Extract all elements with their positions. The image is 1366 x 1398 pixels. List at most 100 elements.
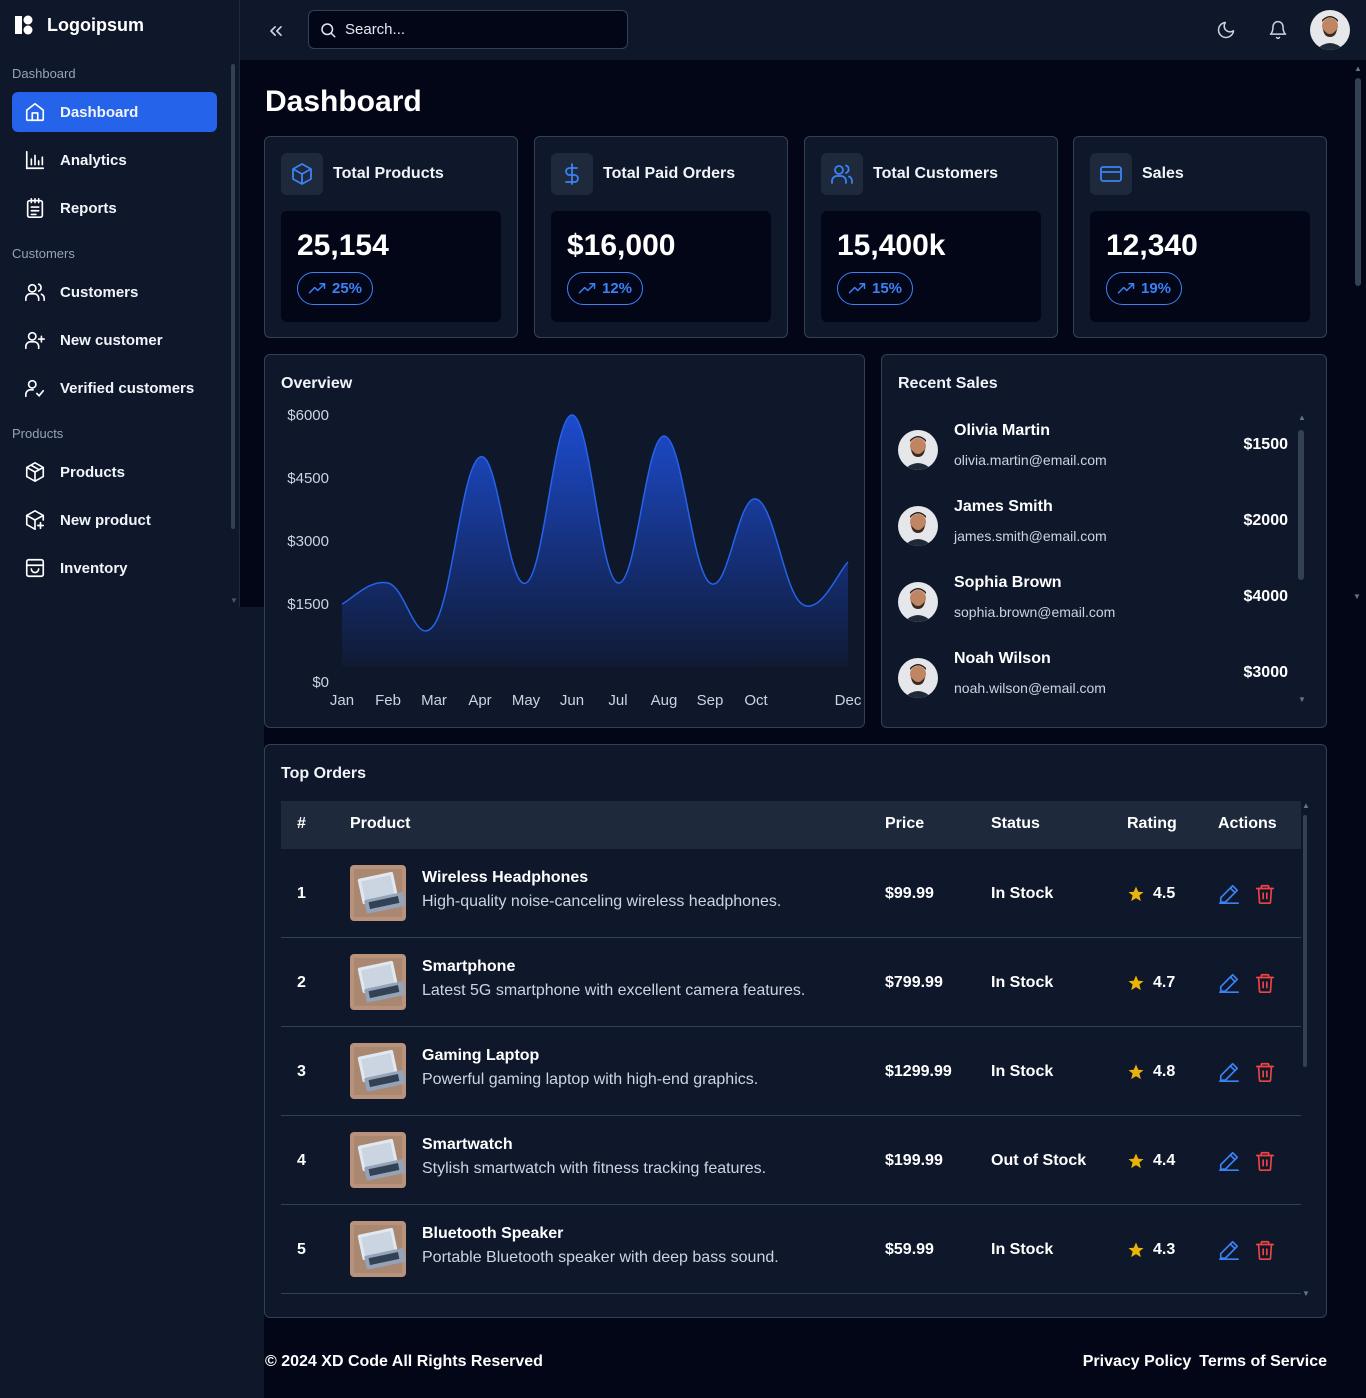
theme-toggle-button[interactable] (1214, 18, 1238, 42)
column-header-rating: Rating (1127, 815, 1177, 832)
stat-label: Total Paid Orders (603, 165, 736, 182)
star-icon (1128, 1064, 1144, 1080)
stock-status: In Stock (991, 1063, 1054, 1080)
users-icon (821, 153, 863, 195)
table-row: 4 Smartwatch Stylish smartwatch with fitne… (281, 1116, 1301, 1205)
sidebar-item-reports[interactable]: Reports (12, 188, 217, 228)
product-description: Portable Bluetooth speaker with deep bas… (422, 1249, 779, 1266)
x-tick-label: Jun (560, 692, 584, 709)
overview-card: Overview $0 $1500 $3000 $4500 $6000 Jan Feb Mar… (264, 354, 865, 728)
nav-group-customers: Customers (12, 246, 75, 261)
collapse-sidebar-button[interactable] (262, 17, 290, 45)
user-check-icon (25, 379, 45, 398)
stat-value: 12,340 (1106, 229, 1198, 262)
table-scroll-up-icon[interactable]: ▲ (1302, 801, 1310, 810)
trending-up-icon (848, 282, 866, 293)
row-number: 4 (297, 1152, 306, 1169)
customer-name: James Smith (954, 498, 1053, 515)
trending-up-icon (578, 282, 596, 293)
row-number: 3 (297, 1063, 306, 1080)
edit-button[interactable] (1218, 972, 1240, 994)
notifications-button[interactable] (1266, 18, 1290, 42)
customer-email: sophia.brown@email.com (954, 604, 1116, 620)
product-description: Stylish smartwatch with fitness tracking… (422, 1160, 767, 1177)
sidebar-scrollbar[interactable] (231, 64, 235, 529)
search-box (308, 10, 628, 49)
users-icon (25, 283, 45, 302)
sidebar-item-dashboard[interactable]: Dashboard (12, 92, 217, 132)
delete-button[interactable] (1254, 1150, 1276, 1172)
sidebar-item-products[interactable]: Products (12, 452, 217, 492)
edit-button[interactable] (1218, 1239, 1240, 1261)
x-tick-label: Dec (835, 692, 862, 709)
y-tick-label: $1500 (287, 596, 329, 613)
sidebar-item-inventory[interactable]: Inventory (12, 548, 217, 588)
recent-sales-scroll-down-icon[interactable]: ▼ (1298, 695, 1306, 704)
logo[interactable]: Logoipsum (13, 14, 144, 36)
sidebar-item-customers[interactable]: Customers (12, 272, 217, 312)
search-icon (321, 22, 336, 37)
table-scroll-down-icon[interactable]: ▼ (1302, 1289, 1310, 1298)
sidebar-item-new-customer[interactable]: New customer (12, 320, 217, 360)
stat-value: 25,154 (297, 229, 389, 262)
recent-sales-scrollbar[interactable] (1298, 430, 1304, 580)
trash-icon (1255, 884, 1275, 904)
edit-button[interactable] (1218, 1150, 1240, 1172)
stock-status: In Stock (991, 885, 1054, 902)
product-rating: 4.3 (1127, 1241, 1175, 1259)
row-number: 1 (297, 885, 306, 902)
inventory-icon (25, 558, 45, 578)
delete-button[interactable] (1254, 883, 1276, 905)
main-scroll-down-icon[interactable]: ▼ (1353, 592, 1361, 601)
customer-email: olivia.martin@email.com (954, 452, 1107, 468)
sidebar: Logoipsum Dashboard Dashboard Analytics … (0, 0, 240, 607)
edit-button[interactable] (1218, 1061, 1240, 1083)
row-number: 2 (297, 974, 306, 991)
avatar (898, 582, 938, 622)
main-scrollbar[interactable] (1355, 78, 1361, 286)
stat-card-total-paid-orders: Total Paid Orders $16,000 12% (534, 136, 788, 338)
rating-value: 4.4 (1153, 1152, 1176, 1169)
search-input[interactable] (345, 21, 615, 38)
star-icon (1128, 975, 1144, 991)
x-tick-label: Apr (468, 692, 491, 709)
sidebar-item-label: Analytics (60, 151, 127, 169)
table-row: 1 Wireless Headphones High-quality noise-c… (281, 849, 1301, 938)
avatar (898, 506, 938, 546)
sidebar-scroll-down-icon[interactable]: ▼ (230, 596, 238, 605)
privacy-policy-link[interactable]: Privacy Policy (1083, 1353, 1192, 1371)
rating-value: 4.3 (1153, 1241, 1176, 1258)
edit-button[interactable] (1218, 883, 1240, 905)
stat-change: 15% (872, 280, 903, 297)
sidebar-item-label: Customers (60, 283, 139, 301)
stat-label: Total Customers (873, 165, 999, 182)
delete-button[interactable] (1254, 1061, 1276, 1083)
stock-status: In Stock (991, 974, 1054, 991)
report-icon (26, 198, 44, 218)
product-image (350, 865, 406, 921)
stat-label: Sales (1142, 165, 1184, 182)
delete-button[interactable] (1254, 1239, 1276, 1261)
sidebar-item-label: New product (60, 511, 151, 529)
user-avatar[interactable] (1310, 10, 1350, 50)
rating-value: 4.8 (1153, 1063, 1176, 1080)
top-orders-card: Top Orders # Product Price Status Rating… (264, 744, 1327, 1318)
delete-button[interactable] (1254, 972, 1276, 994)
trash-icon (1255, 973, 1275, 993)
sidebar-item-analytics[interactable]: Analytics (12, 140, 217, 180)
sidebar-item-new-product[interactable]: New product (12, 500, 217, 540)
sidebar-item-label: Verified customers (60, 379, 195, 397)
recent-sales-scroll-up-icon[interactable]: ▲ (1298, 413, 1306, 422)
customer-name: Olivia Martin (954, 422, 1051, 439)
table-row: 3 Gaming Laptop Powerful gaming laptop wit… (281, 1027, 1301, 1116)
stat-change-badge: 15% (837, 272, 914, 305)
main-scroll-up-icon[interactable]: ▲ (1354, 64, 1362, 73)
rating-value: 4.5 (1153, 885, 1176, 902)
terms-of-service-link[interactable]: Terms of Service (1199, 1353, 1327, 1371)
product-price: $59.99 (885, 1241, 934, 1258)
sidebar-item-verified-customers[interactable]: Verified customers (12, 368, 217, 408)
product-rating: 4.4 (1127, 1152, 1175, 1170)
table-scrollbar[interactable] (1303, 815, 1307, 1067)
page-title: Dashboard (265, 85, 422, 118)
column-header-status: Status (991, 815, 1040, 832)
